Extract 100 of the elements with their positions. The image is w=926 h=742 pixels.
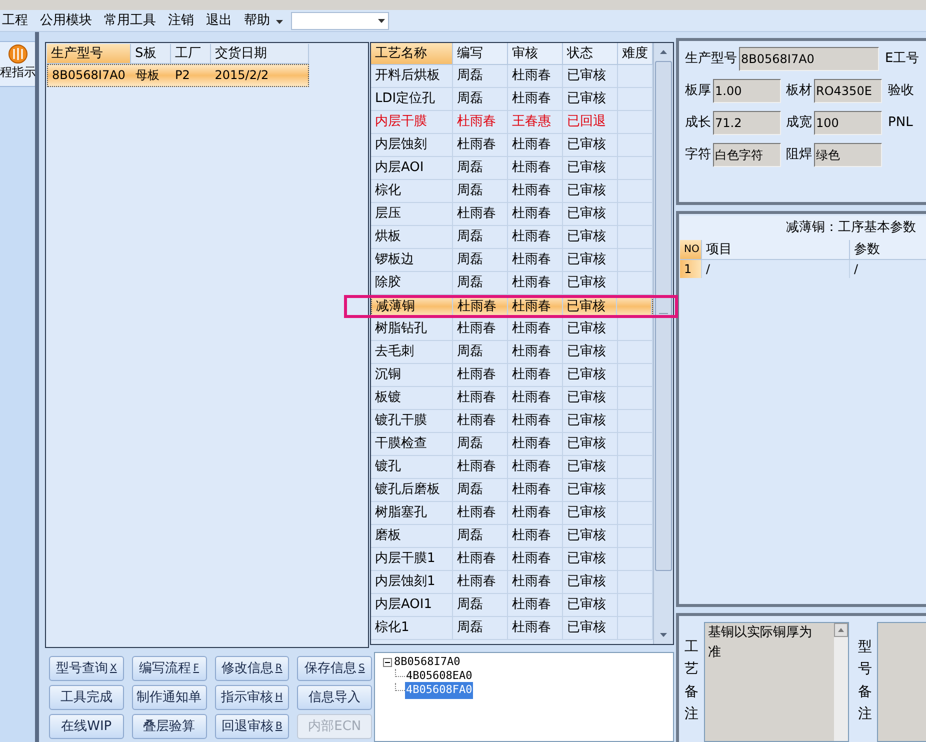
collapse-toggle[interactable]	[383, 658, 392, 667]
table-row[interactable]: 内层干膜 杜雨春 王春惠 已回退	[371, 111, 653, 134]
table-row[interactable]: 镀孔干膜 杜雨春 杜雨春 已审核	[371, 410, 653, 433]
table-cell: 板镀	[371, 387, 453, 409]
table-cell: 周磊	[453, 479, 508, 501]
action-button[interactable]: 信息导入	[297, 685, 372, 710]
tree-node[interactable]: 4B05608FA0	[405, 682, 474, 699]
table-row[interactable]: 8B0568I7A0 母板 P2 2015/2/2	[47, 64, 309, 87]
table-cell: 已审核	[563, 433, 618, 455]
action-button[interactable]: 叠层验算	[132, 714, 206, 739]
action-button[interactable]: 编写流程 F	[132, 656, 206, 681]
table-cell: 杜雨春	[453, 571, 508, 593]
table-cell: 杜雨春	[508, 272, 563, 294]
table-cell: 杜雨春	[508, 157, 563, 179]
table-cell: 去毛刺	[371, 341, 453, 363]
table-row[interactable]: 内层蚀刻 杜雨春 杜雨春 已审核	[371, 134, 653, 157]
table-cell: 周磊	[453, 617, 508, 639]
table-cell: 杜雨春	[508, 226, 563, 248]
table-row[interactable]: 磨板 周磊 杜雨春 已审核	[371, 525, 653, 548]
menu-item[interactable]: 帮助	[244, 10, 270, 30]
field-label: 阻焊	[786, 146, 812, 164]
column-header[interactable]: 工艺名称	[371, 43, 453, 65]
column-header[interactable]: 难度	[618, 43, 653, 65]
table-cell: 干膜检查	[371, 433, 453, 455]
table-row[interactable]: 内层AOI1 周磊 杜雨春 已审核	[371, 594, 653, 617]
guide-button[interactable]: 程指示	[0, 41, 37, 87]
table-cell: 已审核	[563, 341, 618, 363]
remark-text: 基铜以实际铜厚为准	[707, 624, 813, 662]
column-header[interactable]: 编写	[453, 43, 508, 65]
table-row[interactable]: 棕化1 周磊 杜雨春 已审核	[371, 617, 653, 640]
column-header[interactable]: 项目	[702, 240, 850, 260]
table-cell: 烘板	[371, 226, 453, 248]
scroll-up-icon[interactable]	[834, 623, 848, 637]
menu-item[interactable]: 注销	[168, 10, 194, 30]
table-row[interactable]: 内层AOI 周磊 杜雨春 已审核	[371, 157, 653, 180]
table-cell: 已审核	[563, 203, 618, 225]
input-field[interactable]: 100	[814, 111, 882, 135]
menu-item[interactable]: 退出	[206, 10, 232, 30]
table-cell: 杜雨春	[508, 180, 563, 202]
action-button[interactable]: 保存信息 S	[297, 656, 372, 681]
menu-item[interactable]: 工程	[2, 10, 28, 30]
action-button[interactable]: 在线WIP	[49, 714, 124, 739]
table-cell: 内层干膜1	[371, 548, 453, 570]
table-cell: 周磊	[453, 272, 508, 294]
column-header[interactable]: 审核	[508, 43, 563, 65]
table-row[interactable]: 板镀 杜雨春 杜雨春 已审核	[371, 387, 653, 410]
action-button[interactable]: 指示审核 H	[214, 685, 290, 710]
table-cell: 镀孔后磨板	[371, 479, 453, 501]
action-button[interactable]: 工具完成	[49, 685, 124, 710]
input-field[interactable]: RO4350E	[814, 79, 882, 103]
action-button[interactable]: 制作通知单	[132, 685, 206, 710]
action-button[interactable]: 型号查询 X	[49, 656, 124, 681]
table-cell: 已审核	[563, 65, 618, 87]
table-row[interactable]: 树脂塞孔 杜雨春 杜雨春 已审核	[371, 502, 653, 525]
table-cell: 杜雨春	[453, 111, 508, 133]
table-row[interactable]: 内层蚀刻1 杜雨春 杜雨春 已审核	[371, 571, 653, 594]
table-row[interactable]: 层压 杜雨春 杜雨春 已审核	[371, 203, 653, 226]
table-row[interactable]: 去毛刺 周磊 杜雨春 已审核	[371, 341, 653, 364]
tree-node[interactable]: 8B0568I7A0	[393, 654, 462, 671]
action-button[interactable]: 修改信息 R	[214, 656, 290, 681]
column-header[interactable]: 交货日期	[211, 44, 309, 64]
dropdown-caret-icon[interactable]	[378, 18, 385, 22]
table-row[interactable]: 锣板边 周磊 杜雨春 已审核	[371, 249, 653, 272]
table-row[interactable]: 沉铜 杜雨春 杜雨春 已审核	[371, 364, 653, 387]
column-header[interactable]: 状态	[563, 43, 618, 65]
table-row[interactable]: 内层干膜1 杜雨春 杜雨春 已审核	[371, 548, 653, 571]
input-field[interactable]: 71.2	[713, 111, 781, 135]
remark-textarea[interactable]	[877, 622, 926, 742]
table-row[interactable]: 开料后烘板 周磊 杜雨春 已审核	[371, 65, 653, 88]
column-header[interactable]: 工厂	[171, 44, 211, 64]
menu-item[interactable]: 常用工具	[104, 10, 156, 30]
table-row[interactable]: 除胶 周磊 杜雨春 已审核	[371, 272, 653, 295]
table-cell: 周磊	[453, 88, 508, 110]
table-row[interactable]: 烘板 周磊 杜雨春 已审核	[371, 226, 653, 249]
table-cell: 树脂塞孔	[371, 502, 453, 524]
table-cell: 已审核	[562, 296, 618, 317]
table-cell: 杜雨春	[508, 318, 563, 340]
scroll-thumb[interactable]	[655, 61, 672, 571]
column-header[interactable]: NO	[680, 240, 702, 260]
input-field[interactable]: 绿色	[814, 143, 882, 167]
table-row[interactable]: 棕化 周磊 杜雨春 已审核	[371, 180, 653, 203]
table-row[interactable]: LDI定位孔 周磊 杜雨春 已审核	[371, 88, 653, 111]
table-cell: 已审核	[563, 525, 618, 547]
scrollbar[interactable]	[653, 43, 673, 644]
remark-textarea[interactable]: 基铜以实际铜厚为准	[704, 622, 849, 742]
dropdown-caret-icon[interactable]	[276, 20, 283, 24]
action-button[interactable]: 回退审核 B	[214, 714, 290, 739]
table-row[interactable]: 镀孔后磨板 周磊 杜雨春 已审核	[371, 479, 653, 502]
input-field[interactable]: 白色字符	[713, 143, 781, 167]
table-row[interactable]: 树脂钻孔 杜雨春 杜雨春 已审核	[371, 318, 653, 341]
column-header[interactable]: 生产型号	[47, 44, 131, 64]
tree-node[interactable]: 4B05608EA0	[405, 668, 474, 685]
input-field[interactable]: 1.00	[713, 79, 781, 103]
menu-item[interactable]: 公用模块	[40, 10, 92, 30]
table-row[interactable]: 镀孔 杜雨春 杜雨春 已审核	[371, 456, 653, 479]
column-header[interactable]: S板	[131, 44, 171, 64]
column-header[interactable]: 参数	[850, 240, 926, 260]
scrollbar[interactable]	[834, 623, 848, 741]
table-row[interactable]: 干膜检查 周磊 杜雨春 已审核	[371, 433, 653, 456]
input-field[interactable]: 8B0568I7A0	[739, 47, 879, 71]
